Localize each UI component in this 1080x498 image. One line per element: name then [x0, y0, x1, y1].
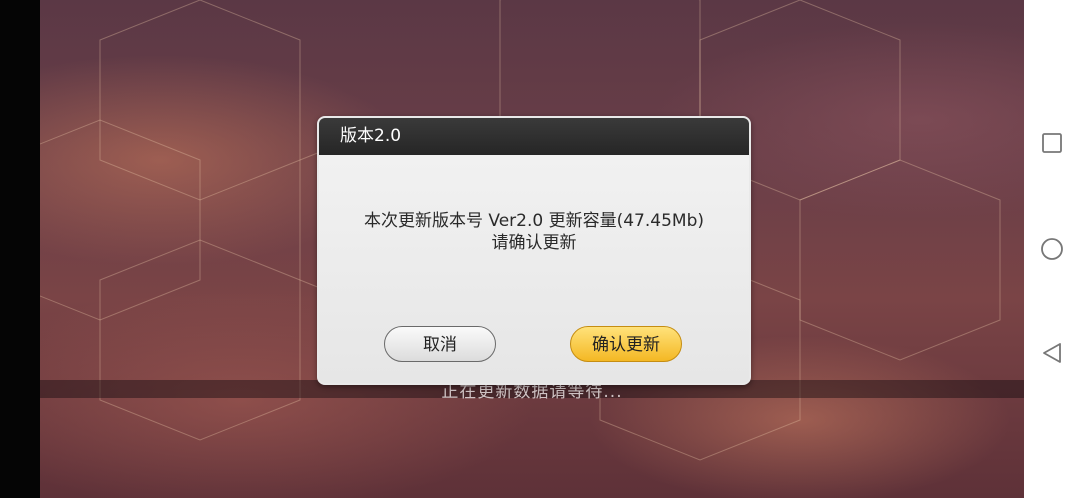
dialog-title: 版本2.0 — [319, 118, 749, 155]
dialog-message-line-1: 本次更新版本号 Ver2.0 更新容量(47.45Mb) — [364, 211, 704, 231]
triangle-back-icon[interactable] — [1040, 341, 1064, 365]
dialog-message-line-2: 请确认更新 — [491, 233, 577, 253]
square-icon[interactable] — [1040, 131, 1064, 155]
left-black-bar — [0, 0, 40, 498]
circle-icon[interactable] — [1040, 237, 1064, 261]
dialog-message: 本次更新版本号 Ver2.0 更新容量(47.45Mb) 请确认更新 — [319, 210, 749, 254]
update-dialog: 版本2.0 本次更新版本号 Ver2.0 更新容量(47.45Mb) 请确认更新… — [317, 116, 751, 385]
cancel-button[interactable]: 取消 — [384, 326, 496, 362]
confirm-update-button[interactable]: 确认更新 — [570, 326, 682, 362]
android-nav-bar — [1024, 0, 1080, 498]
